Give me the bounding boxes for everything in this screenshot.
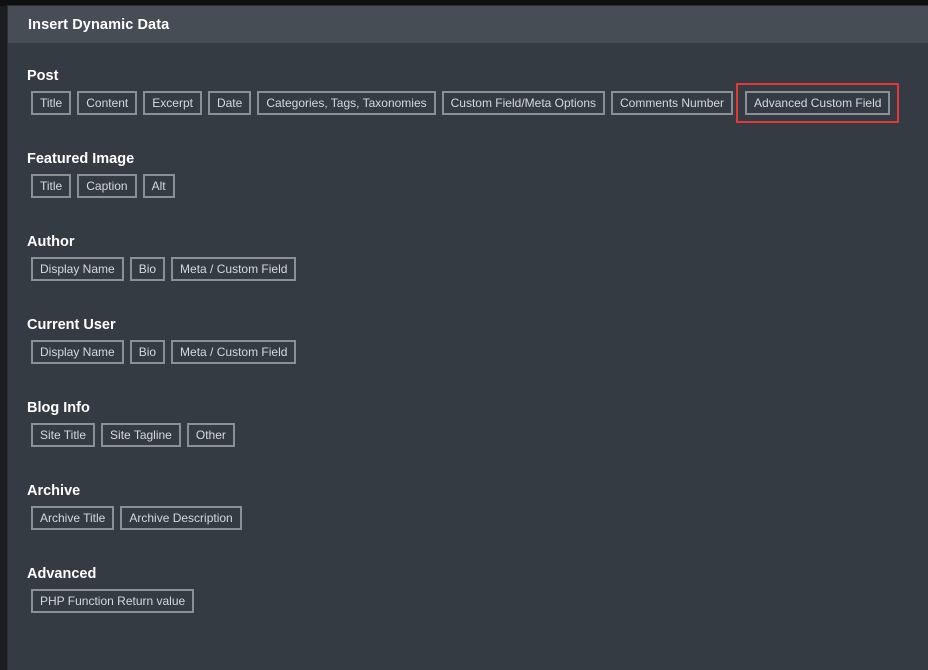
section-author: Author Display Name Bio Meta / Custom Fi…	[27, 231, 928, 314]
section-title-current-user: Current User	[27, 317, 116, 333]
modal-title: Insert Dynamic Data	[28, 16, 170, 33]
insert-dynamic-data-modal: Insert Dynamic Data Post Title Content E…	[8, 6, 928, 670]
section-post: Post Title Content Excerpt Date Categori…	[27, 65, 928, 148]
section-title-blog-info: Blog Info	[27, 400, 90, 416]
blog-info-site-tagline-button[interactable]: Site Tagline	[101, 423, 181, 447]
section-advanced: Advanced PHP Function Return value	[27, 563, 928, 646]
post-custom-field-meta-button[interactable]: Custom Field/Meta Options	[441, 91, 606, 115]
archive-tags: Archive Title Archive Description	[31, 506, 928, 530]
php-function-return-value-button[interactable]: PHP Function Return value	[31, 589, 195, 613]
section-title-featured-image: Featured Image	[27, 151, 135, 167]
post-date-button[interactable]: Date	[207, 91, 252, 115]
archive-description-button[interactable]: Archive Description	[120, 506, 242, 530]
current-user-meta-custom-field-button[interactable]: Meta / Custom Field	[171, 340, 297, 364]
archive-title-button[interactable]: Archive Title	[31, 506, 115, 530]
section-title-author: Author	[27, 234, 75, 250]
section-current-user: Current User Display Name Bio Meta / Cus…	[27, 314, 928, 397]
featured-image-tags: Title Caption Alt	[31, 174, 928, 198]
section-title-advanced: Advanced	[27, 566, 97, 582]
post-content-button[interactable]: Content	[77, 91, 138, 115]
author-display-name-button[interactable]: Display Name	[31, 257, 124, 281]
post-excerpt-button[interactable]: Excerpt	[143, 91, 202, 115]
post-taxonomies-button[interactable]: Categories, Tags, Taxonomies	[257, 91, 436, 115]
author-bio-button[interactable]: Bio	[129, 257, 166, 281]
author-tags: Display Name Bio Meta / Custom Field	[31, 257, 928, 281]
modal-header: Insert Dynamic Data	[8, 6, 928, 43]
advanced-tags: PHP Function Return value	[31, 589, 928, 613]
author-meta-custom-field-button[interactable]: Meta / Custom Field	[171, 257, 297, 281]
current-user-tags: Display Name Bio Meta / Custom Field	[31, 340, 928, 364]
blog-info-tags: Site Title Site Tagline Other	[31, 423, 928, 447]
blog-info-other-button[interactable]: Other	[186, 423, 235, 447]
featured-image-title-button[interactable]: Title	[31, 174, 72, 198]
post-comments-number-button[interactable]: Comments Number	[611, 91, 734, 115]
post-advanced-custom-field-button[interactable]: Advanced Custom Field	[745, 91, 891, 115]
post-tags: Title Content Excerpt Date Categories, T…	[31, 83, 928, 123]
section-archive: Archive Archive Title Archive Descriptio…	[27, 480, 928, 563]
post-title-button[interactable]: Title	[31, 91, 72, 115]
section-featured-image: Featured Image Title Caption Alt	[27, 148, 928, 231]
section-title-archive: Archive	[27, 483, 81, 499]
section-blog-info: Blog Info Site Title Site Tagline Other	[27, 397, 928, 480]
current-user-bio-button[interactable]: Bio	[129, 340, 166, 364]
blog-info-site-title-button[interactable]: Site Title	[31, 423, 96, 447]
current-user-display-name-button[interactable]: Display Name	[31, 340, 124, 364]
featured-image-caption-button[interactable]: Caption	[77, 174, 137, 198]
featured-image-alt-button[interactable]: Alt	[142, 174, 175, 198]
highlight-box: Advanced Custom Field	[736, 83, 900, 123]
modal-body: Post Title Content Excerpt Date Categori…	[8, 43, 928, 646]
